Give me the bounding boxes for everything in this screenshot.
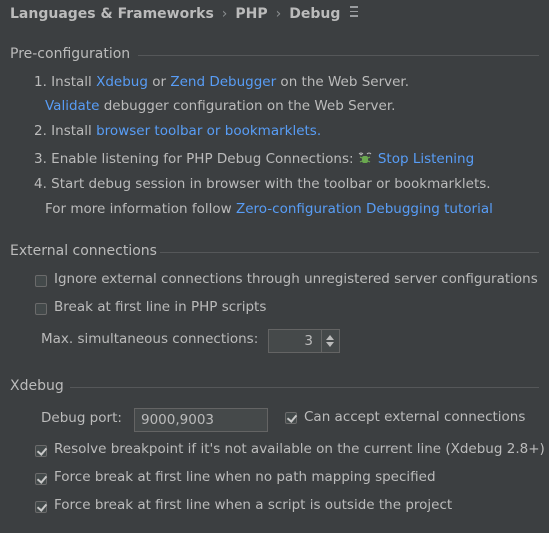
- force-break-outside-project-label[interactable]: Force break at first line when a script …: [54, 497, 452, 513]
- break-first-line-label[interactable]: Break at first line in PHP scripts: [54, 299, 266, 315]
- force-break-outside-project-checkbox[interactable]: [35, 501, 47, 513]
- step-4-info-prefix: For more information follow: [45, 201, 236, 217]
- step-2: 2. Install browser toolbar or bookmarkle…: [34, 123, 321, 139]
- breadcrumb-separator: ›: [275, 6, 282, 22]
- spinner-up-icon[interactable]: [326, 335, 334, 340]
- stop-listening-link[interactable]: Stop Listening: [378, 151, 474, 167]
- section-title-external-connections: External connections: [10, 243, 157, 259]
- step-3-prefix: 3. Enable listening for PHP Debug Connec…: [34, 151, 358, 167]
- section-divider: [160, 252, 539, 253]
- spinner-buttons[interactable]: [321, 330, 339, 352]
- step-4-info: For more information follow Zero-configu…: [45, 201, 493, 217]
- validate-link[interactable]: Validate: [45, 98, 99, 114]
- step-2-prefix: 2. Install: [34, 123, 97, 139]
- section-divider: [138, 55, 539, 56]
- listening-bug-icon[interactable]: [358, 151, 372, 165]
- zend-debugger-link[interactable]: Zend Debugger: [170, 74, 276, 90]
- spinner-down-icon[interactable]: [326, 342, 334, 347]
- section-title-preconfiguration: Pre-configuration: [10, 46, 131, 62]
- xdebug-link[interactable]: Xdebug: [96, 74, 148, 90]
- section-title-xdebug: Xdebug: [10, 378, 64, 394]
- validate-suffix: debugger configuration on the Web Server…: [99, 98, 396, 114]
- step-4: 4. Start debug session in browser with t…: [34, 176, 491, 192]
- breadcrumb-item-languages[interactable]: Languages & Frameworks: [10, 6, 214, 22]
- ignore-external-label[interactable]: Ignore external connections through unre…: [54, 271, 538, 287]
- force-break-no-mapping-label[interactable]: Force break at first line when no path m…: [54, 469, 436, 485]
- breadcrumb-separator: ›: [221, 6, 228, 22]
- section-divider: [70, 387, 539, 388]
- debug-port-label: Debug port:: [41, 410, 122, 426]
- step-1-prefix: 1. Install: [34, 74, 97, 90]
- accept-external-label[interactable]: Can accept external connections: [304, 409, 525, 425]
- step-3: 3. Enable listening for PHP Debug Connec…: [34, 149, 474, 167]
- breadcrumb-item-php[interactable]: PHP: [235, 6, 267, 22]
- max-connections-value[interactable]: 3: [304, 333, 313, 349]
- breadcrumb-item-debug: Debug: [289, 6, 341, 22]
- max-connections-spinner[interactable]: 3: [268, 329, 340, 353]
- max-connections-label: Max. simultaneous connections:: [41, 331, 259, 347]
- step-1-or: or: [147, 74, 171, 90]
- menu-icon[interactable]: [350, 6, 359, 17]
- debug-port-input[interactable]: 9000,9003: [134, 408, 268, 432]
- resolve-breakpoint-checkbox[interactable]: [35, 445, 47, 457]
- accept-external-checkbox[interactable]: [285, 412, 297, 424]
- step-1-validate: Validate debugger configuration on the W…: [45, 98, 395, 114]
- browser-toolbar-link[interactable]: browser toolbar or bookmarklets.: [96, 123, 321, 139]
- ignore-external-checkbox[interactable]: [35, 275, 47, 287]
- step-1-suffix: on the Web Server.: [276, 74, 410, 90]
- break-first-line-checkbox[interactable]: [35, 303, 47, 315]
- force-break-no-mapping-checkbox[interactable]: [35, 473, 47, 485]
- zero-config-tutorial-link[interactable]: Zero-configuration Debugging tutorial: [236, 201, 493, 217]
- step-1: 1. Install Xdebug or Zend Debugger on th…: [34, 74, 409, 90]
- resolve-breakpoint-label[interactable]: Resolve breakpoint if it's not available…: [54, 441, 545, 457]
- breadcrumb: Languages & Frameworks › PHP › Debug: [10, 6, 359, 22]
